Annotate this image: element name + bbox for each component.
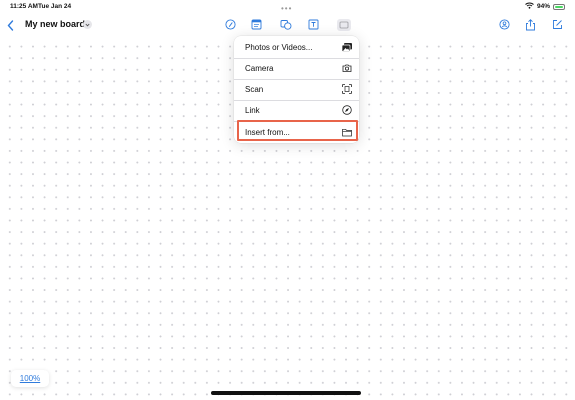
menu-item-photos-videos[interactable]: Photos or Videos... bbox=[234, 37, 359, 57]
status-date: Tue Jan 24 bbox=[38, 3, 72, 10]
shapes-icon bbox=[280, 20, 291, 30]
menu-item-label: Scan bbox=[245, 84, 264, 94]
battery-fill bbox=[555, 5, 563, 8]
compose-icon bbox=[553, 20, 562, 29]
home-indicator[interactable] bbox=[211, 391, 361, 395]
collaborate-button[interactable] bbox=[498, 18, 511, 31]
camera-icon bbox=[342, 63, 352, 73]
media-button-active[interactable] bbox=[336, 18, 352, 31]
battery-icon bbox=[553, 3, 565, 10]
sticky-note-button[interactable] bbox=[250, 18, 263, 31]
text-box-button[interactable] bbox=[307, 18, 320, 31]
status-indicators: 94% bbox=[525, 2, 565, 11]
pen-circle-icon bbox=[225, 19, 236, 30]
shapes-button[interactable] bbox=[279, 18, 292, 31]
menu-item-link[interactable]: Link bbox=[234, 100, 359, 120]
menu-item-label: Link bbox=[245, 105, 260, 115]
zoom-level-button[interactable]: 100% bbox=[11, 370, 49, 387]
insert-from-highlight-box bbox=[237, 120, 358, 141]
menu-item-label: Photos or Videos... bbox=[245, 42, 313, 52]
chevron-down-icon bbox=[85, 23, 90, 26]
status-time: 11:25 AM bbox=[10, 3, 38, 10]
menu-item-label: Camera bbox=[245, 63, 274, 73]
photos-icon bbox=[342, 42, 352, 52]
battery-percent: 94% bbox=[536, 3, 550, 10]
title-menu-button[interactable] bbox=[83, 20, 92, 29]
sticky-note-icon bbox=[251, 19, 262, 30]
share-icon bbox=[526, 18, 535, 30]
chevron-left-icon bbox=[7, 19, 14, 31]
share-button[interactable] bbox=[524, 18, 537, 31]
back-button[interactable] bbox=[7, 18, 17, 32]
text-box-icon bbox=[308, 19, 319, 30]
collaborate-icon bbox=[499, 19, 510, 30]
menu-item-scan[interactable]: Scan bbox=[234, 79, 359, 99]
board-toolbar: My new board bbox=[0, 14, 575, 36]
status-bar: 11:25 AM Tue Jan 24 ••• 94% bbox=[0, 0, 575, 14]
board-title[interactable]: My new board bbox=[25, 19, 85, 29]
new-board-button[interactable] bbox=[551, 18, 564, 31]
photo-library-icon bbox=[337, 18, 351, 31]
scan-icon bbox=[342, 84, 352, 94]
menu-item-camera[interactable]: Camera bbox=[234, 58, 359, 78]
multitasking-dots[interactable]: ••• bbox=[281, 4, 292, 13]
pen-tool-button[interactable] bbox=[224, 18, 237, 31]
wifi-icon bbox=[525, 2, 534, 11]
compass-link-icon bbox=[342, 105, 352, 115]
